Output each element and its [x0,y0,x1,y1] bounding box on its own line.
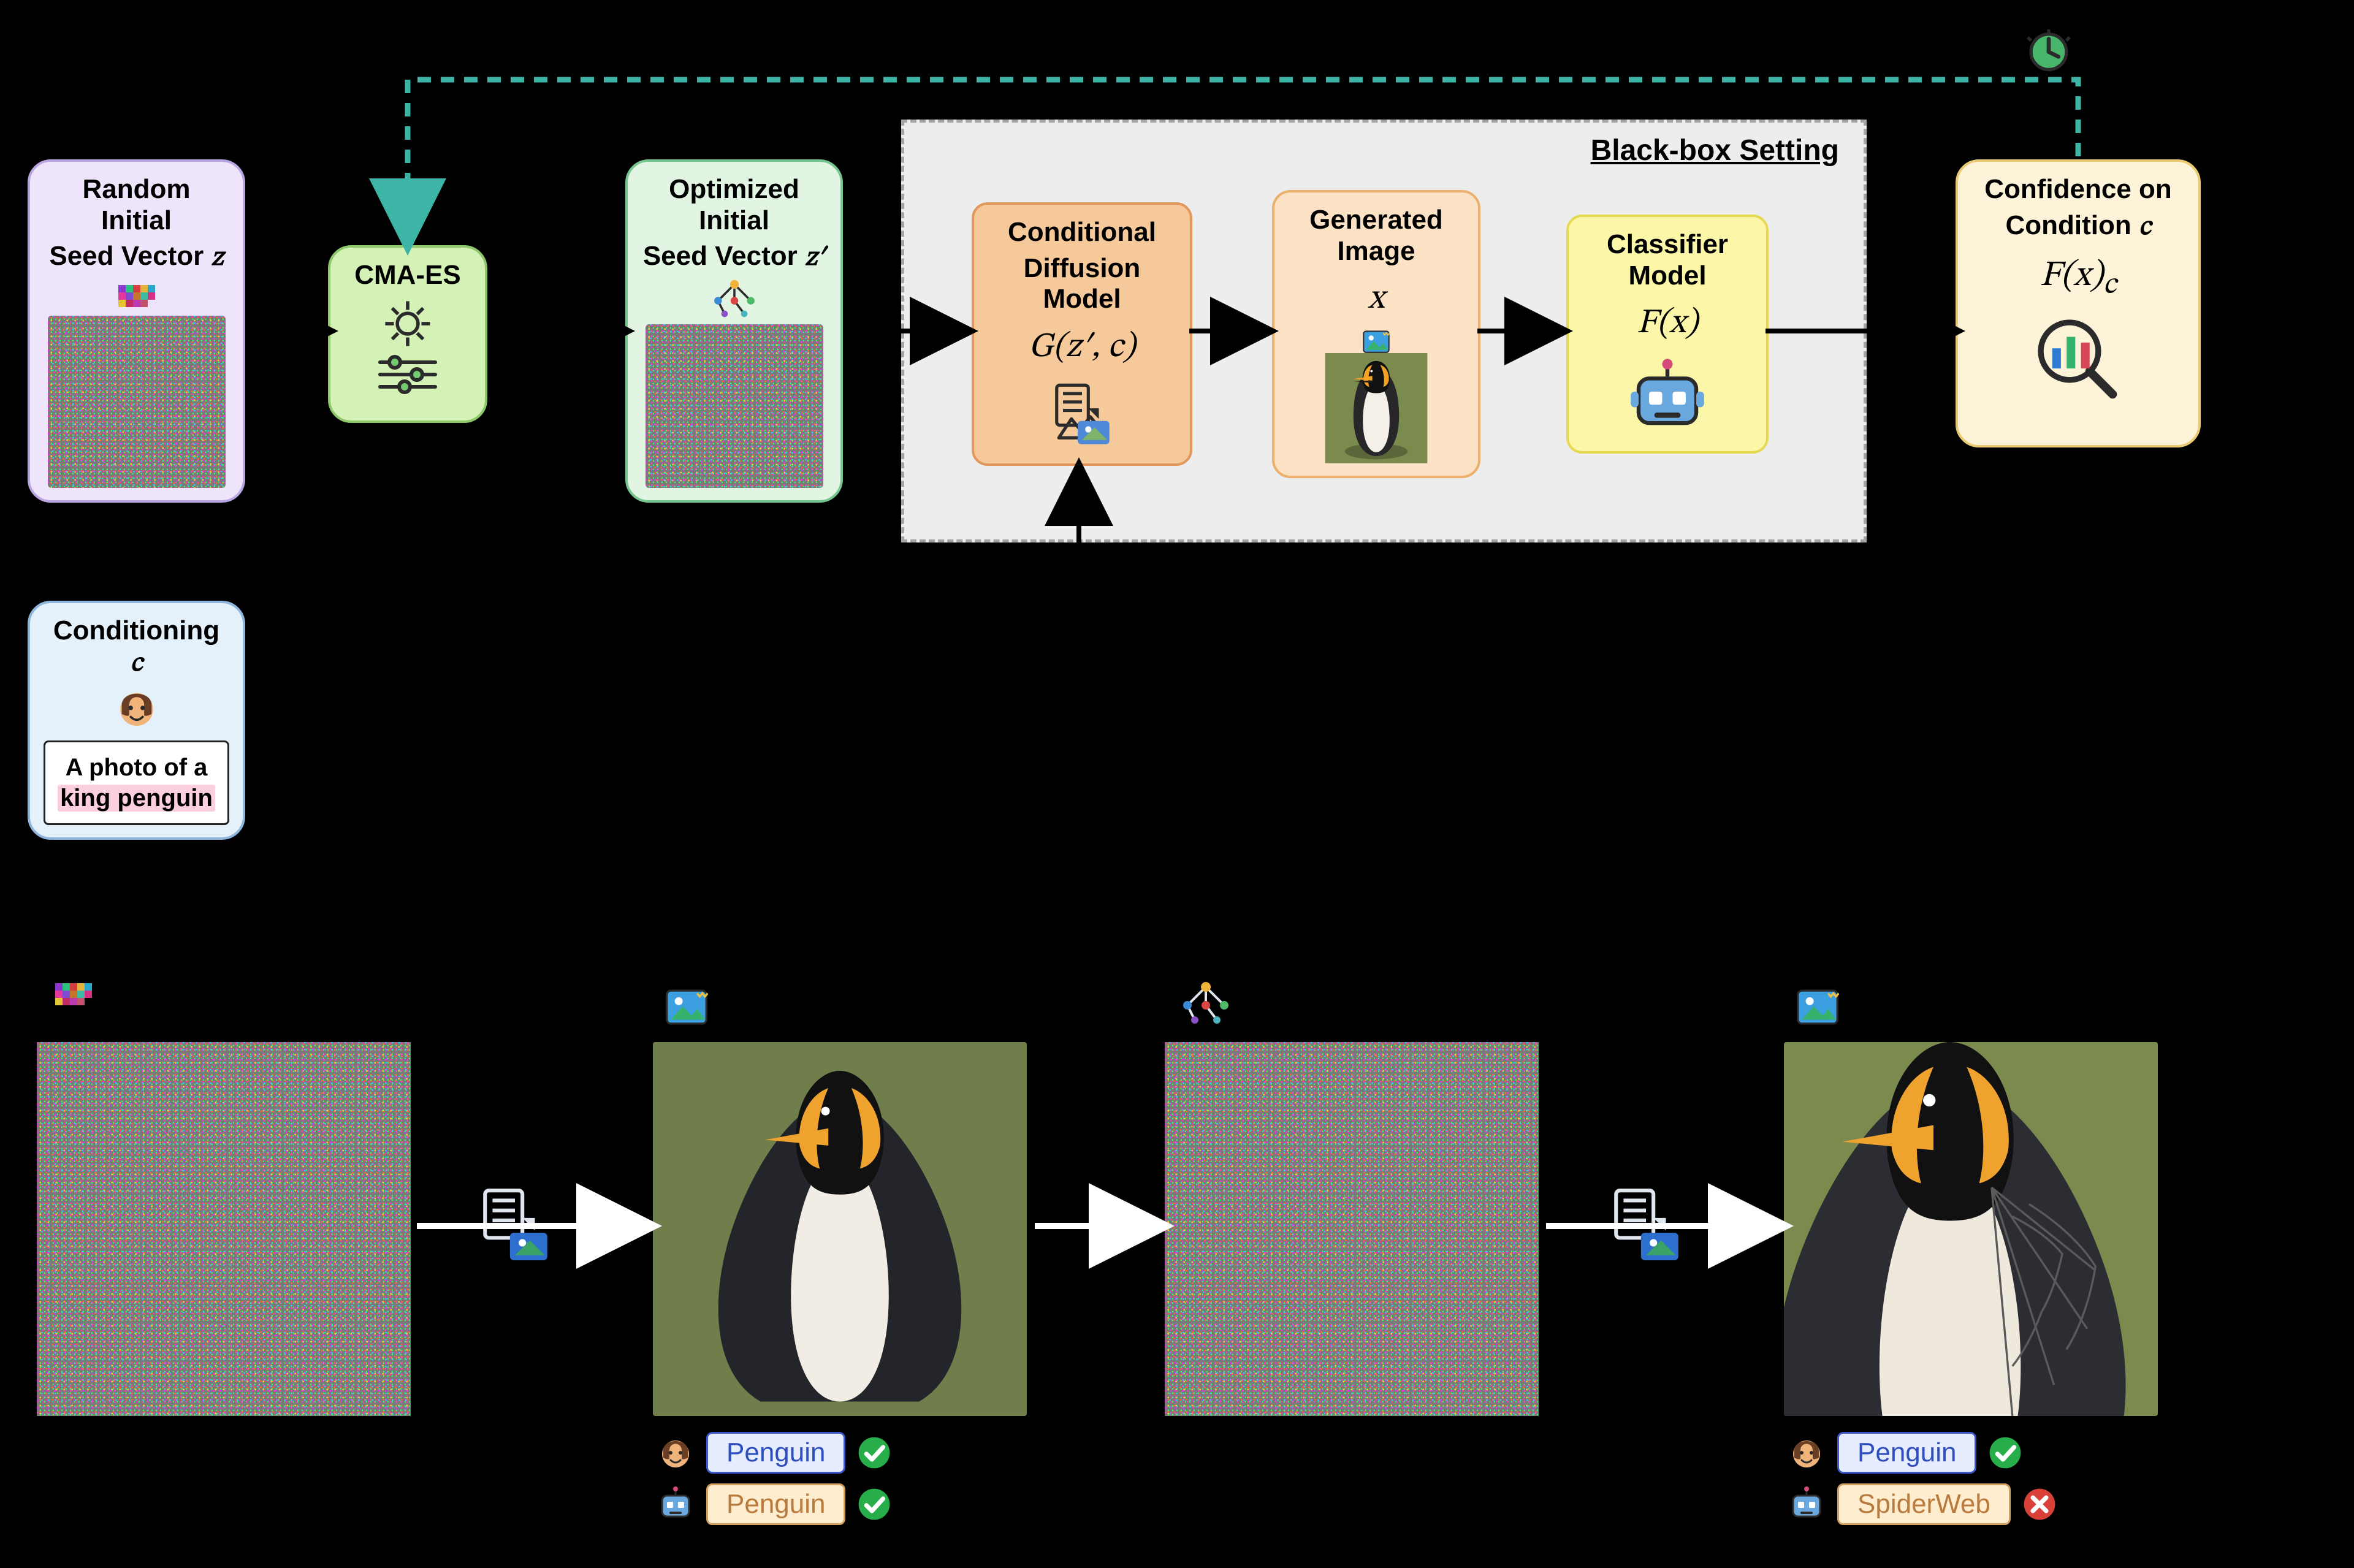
confidence-formula: F(x)c [2040,254,2117,304]
image-icon-b2 [1796,989,1839,1025]
label-row-human-1: Penguin [656,1432,892,1474]
card-conditioning: Conditioning c A photo of a king penguin [28,601,245,840]
penguin-illustration-big-1 [653,1042,1027,1416]
human-face-icon-3 [1787,1433,1826,1472]
check-icon [856,1486,892,1522]
title-random-seed-line2: Seed Vector z [49,241,223,274]
human-face-icon [110,684,164,732]
sliders-icon [374,351,441,394]
robot-icon-2 [656,1485,695,1524]
tag-human-1: Penguin [706,1432,845,1474]
card-confidence: Confidence on Condition c F(x)c [1956,159,2201,447]
doc-to-image-icon-b2 [1606,1183,1686,1263]
chart-search-icon [2032,314,2124,406]
label-row-model-1: Penguin [656,1483,892,1525]
noise-thumb-opt [646,324,823,488]
card-cma-es: CMA-ES [328,245,487,423]
tag-model-2: SpiderWeb [1837,1483,2011,1525]
diffusion-formula: G(z′, c) [1029,326,1135,369]
diffusion-title-1: Conditional [1008,217,1156,248]
human-face-icon-2 [656,1433,695,1472]
check-icon [1987,1435,2023,1471]
genimg-var: x [1368,278,1385,321]
confidence-title-2: Condition c [2005,210,2150,243]
doc-to-image-icon-b1 [475,1183,555,1263]
image-icon [1355,330,1398,353]
title-opt-seed-2: Seed Vector z′ [643,241,825,274]
card-optimized-seed: Optimized Initial Seed Vector z′ [625,159,843,503]
pixel-grid-icon-bottom-1 [55,983,92,1005]
penguin-image-1 [653,1042,1027,1416]
tag-human-2: Penguin [1837,1432,1976,1474]
genimg-title: Generated Image [1288,205,1465,267]
card-generated-image: Generated Image x [1272,190,1480,478]
penguin-illustration-big-2 [1784,1042,2158,1416]
classifier-formula: F(x) [1637,302,1698,345]
diffusion-title-2: Diffusion Model [988,253,1176,315]
network-icon-b [1180,981,1232,1025]
gear-icon [380,296,435,351]
pixel-grid-icon [118,285,155,307]
title-random-seed-line1: Random Initial [44,174,229,236]
robot-icon [1621,355,1713,439]
black-box-heading: Black-box Setting [1591,134,1839,167]
robot-icon-3 [1787,1485,1826,1524]
title-opt-seed-1: Optimized Initial [641,174,827,236]
check-icon [856,1435,892,1471]
noise-big-2 [1165,1042,1539,1416]
conditioning-title: Conditioning c [44,615,229,679]
card-diffusion-model: Conditional Diffusion Model G(z′, c) [972,202,1192,466]
cross-icon [2022,1486,2057,1522]
network-icon [709,279,760,318]
classifier-title: Classifier Model [1582,229,1753,291]
label-row-human-2: Penguin [1787,1432,2023,1474]
penguin-illustration-small [1297,353,1456,463]
label-row-model-2: SpiderWeb [1787,1483,2057,1525]
penguin-image-2 [1784,1042,2158,1416]
doc-to-image-icon [1048,379,1116,446]
confidence-title-1: Confidence on [1984,174,2172,205]
conditioning-prompt: A photo of a king penguin [44,740,229,825]
card-random-seed: Random Initial Seed Vector z [28,159,245,503]
title-cma-es: CMA-ES [354,260,461,291]
noise-big-1 [37,1042,411,1416]
noise-thumb-seed [48,316,226,488]
black-box-setting: Black-box Setting Conditional Diffusion … [901,120,1867,542]
image-icon-b1 [665,989,708,1025]
tag-model-1: Penguin [706,1483,845,1525]
compass-icon [2023,25,2074,76]
card-classifier: Classifier Model F(x) [1566,215,1769,454]
